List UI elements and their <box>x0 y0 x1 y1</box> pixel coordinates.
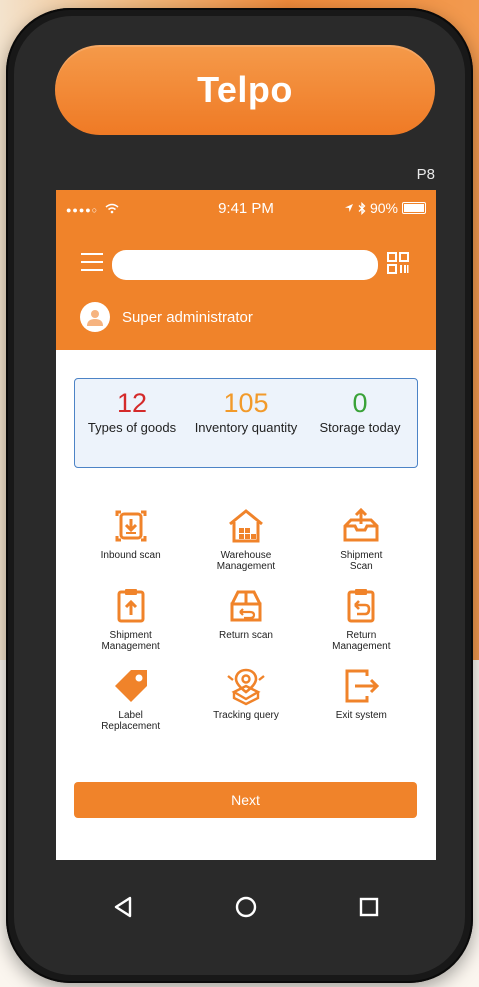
home-icon[interactable] <box>231 892 261 922</box>
menu-tile-label: Exit system <box>335 710 387 721</box>
stat-label: Inventory quantity <box>194 420 298 435</box>
brand-logo-text: Telpo <box>197 69 293 110</box>
menu-tile[interactable]: Exit system <box>304 666 419 732</box>
menu-tile-label: Label Replacement <box>101 710 161 732</box>
user-name: Super administrator <box>122 308 253 326</box>
search-input[interactable] <box>112 250 378 280</box>
model-label: P8 <box>416 166 435 183</box>
brand-plate: Telpo <box>55 45 435 135</box>
user-icon <box>87 310 103 326</box>
function-grid: Inbound scan Warehouse Management Shipment… <box>73 506 419 732</box>
inbound-scan-icon <box>115 510 147 542</box>
next-button[interactable]: Next <box>74 782 417 818</box>
menu-tile-label: Inbound scan <box>100 550 161 561</box>
stat-value: 105 <box>223 388 269 418</box>
exit-icon <box>345 669 380 703</box>
stat-item: 105 Inventory quantity <box>189 379 303 467</box>
menu-tile[interactable]: Shipment Management <box>73 586 188 652</box>
return-scan-icon <box>230 590 262 622</box>
menu-tile[interactable]: Shipment Scan <box>304 506 419 572</box>
battery-fill <box>404 204 424 212</box>
return-management-icon <box>347 589 375 623</box>
stat-label: Types of goods <box>87 420 177 435</box>
tracking-icon <box>227 668 265 706</box>
menu-tile-label: Tracking query <box>213 710 279 721</box>
avatar <box>80 302 110 332</box>
menu-tile-label: Return scan <box>219 630 273 641</box>
battery-icon <box>402 202 426 214</box>
stat-value: 0 <box>352 388 368 418</box>
app-header: ●●●●○ 9:41 PM 90% Super administrator <box>56 190 436 350</box>
menu-tile-label: Return Management <box>332 630 391 652</box>
bluetooth-icon <box>358 201 366 215</box>
menu-tile[interactable]: Label Replacement <box>73 666 188 732</box>
label-tag-icon <box>114 670 147 702</box>
shipment-management-icon <box>117 589 145 623</box>
back-icon[interactable] <box>108 892 138 922</box>
menu-tile[interactable]: Return scan <box>188 586 303 652</box>
menu-tile-label: Warehouse Management <box>216 550 276 572</box>
menu-tile[interactable]: Tracking query <box>188 666 303 732</box>
app-screen: ●●●●○ 9:41 PM 90% Super administrator 12… <box>56 190 436 860</box>
android-nav-bar <box>56 880 436 930</box>
hamburger-menu-icon[interactable] <box>81 253 103 271</box>
qr-scan-icon[interactable] <box>386 251 410 275</box>
stat-value: 12 <box>116 388 148 418</box>
user-profile[interactable]: Super administrator <box>80 302 253 332</box>
warehouse-icon <box>229 509 263 543</box>
stat-label: Storage today <box>319 420 401 435</box>
menu-tile-label: Shipment Scan <box>340 550 383 572</box>
menu-tile[interactable]: Return Management <box>304 586 419 652</box>
stat-item: 0 Storage today <box>303 379 417 467</box>
shipment-scan-icon <box>343 507 379 542</box>
stats-panel: 12 Types of goods 105 Inventory quantity 0 St… <box>74 378 418 468</box>
recent-apps-icon[interactable] <box>354 892 384 922</box>
battery-percent: 90% <box>369 200 398 216</box>
location-arrow-icon <box>344 204 353 212</box>
menu-tile[interactable]: Warehouse Management <box>188 506 303 572</box>
stat-item: 12 Types of goods <box>75 379 189 467</box>
menu-tile[interactable]: Inbound scan <box>73 506 188 572</box>
status-bar: ●●●●○ 9:41 PM 90% <box>56 200 436 220</box>
battery-area: 90% <box>344 200 426 216</box>
menu-tile-label: Shipment Management <box>101 630 160 652</box>
